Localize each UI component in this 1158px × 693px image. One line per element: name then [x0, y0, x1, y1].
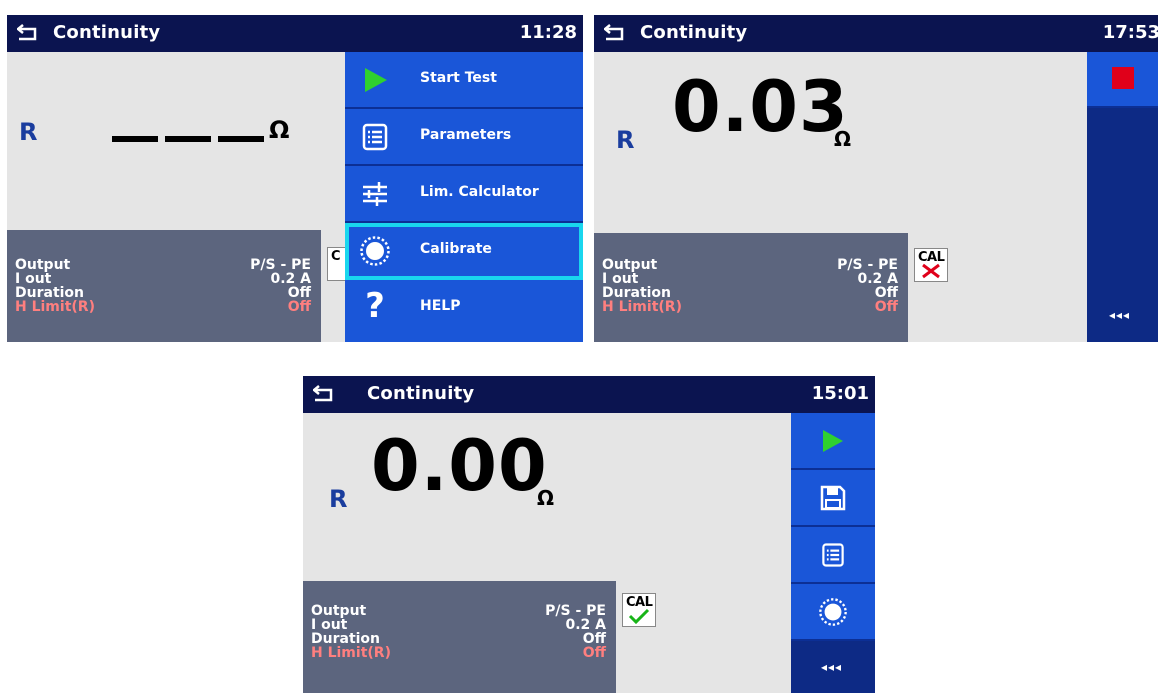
- title-bar: Continuity 17:53: [594, 15, 1158, 52]
- screen-continuity-measuring: Continuity 17:53 R 0.03 Ω Output P/S - PE…: [594, 15, 1158, 342]
- stop-icon: [1112, 67, 1134, 89]
- side-toolbar: ◂◂◂: [1087, 52, 1158, 342]
- param-row: Output P/S - PE: [602, 257, 898, 273]
- ohm-unit: Ω: [537, 486, 555, 510]
- cross-icon: [922, 263, 940, 279]
- back-icon[interactable]: [17, 23, 41, 43]
- param-row: I out 0.2 A: [311, 617, 606, 633]
- param-row: Duration Off: [311, 631, 606, 647]
- screen-continuity-menu: Continuity 11:28 R Ω Output P/S - PE I ou…: [7, 15, 583, 342]
- menu-item-label: Calibrate: [420, 241, 492, 257]
- sliders-icon: [363, 182, 387, 206]
- save-button[interactable]: [791, 470, 875, 527]
- parameters-panel: Output P/S - PE I out 0.2 A Duration Off H …: [303, 581, 616, 693]
- menu-item-label: HELP: [420, 298, 461, 314]
- more-arrows-icon: ◂◂◂: [1109, 308, 1131, 322]
- r-label: R: [19, 118, 38, 146]
- param-row-limit: H Limit(R) Off: [602, 299, 898, 315]
- cal-not-calibrated-icon: CAL: [914, 248, 948, 282]
- param-row: I out 0.2 A: [602, 271, 898, 287]
- back-icon[interactable]: [313, 384, 337, 404]
- menu-item-label: Lim. Calculator: [420, 184, 539, 200]
- resistance-value: 0.00: [371, 425, 548, 507]
- calibrate-button[interactable]: [791, 584, 875, 641]
- more-arrows-icon: ◂◂◂: [821, 660, 843, 674]
- cal-icon-partial: C: [327, 247, 347, 281]
- param-row: Duration Off: [15, 285, 311, 301]
- help-icon: ?: [365, 286, 385, 326]
- play-icon: [365, 68, 387, 92]
- check-icon: [628, 608, 650, 625]
- start-test-button[interactable]: [791, 413, 875, 470]
- menu-item-lim-calculator[interactable]: Lim. Calculator: [345, 166, 583, 223]
- screen-continuity-result: Continuity 15:01 R 0.00 Ω Output P/S - PE…: [303, 376, 875, 693]
- back-icon[interactable]: [604, 23, 628, 43]
- clock: 15:01: [811, 383, 869, 404]
- result-area: R 0.03 Ω Output P/S - PE I out 0.2 A Durat…: [594, 52, 1158, 342]
- page-title: Continuity: [53, 22, 161, 43]
- title-bar: Continuity 11:28: [7, 15, 583, 52]
- calibrate-icon: [360, 236, 390, 266]
- page-title: Continuity: [367, 383, 475, 404]
- side-blank: [1087, 108, 1158, 286]
- param-row: Output P/S - PE: [311, 603, 606, 619]
- result-area: R 0.00 Ω Output P/S - PE I out 0.2 A Durat…: [303, 413, 875, 693]
- menu-item-start-test[interactable]: Start Test: [345, 52, 583, 109]
- clock: 11:28: [519, 22, 577, 43]
- result-area: R Ω Output P/S - PE I out 0.2 A Duration Of…: [7, 52, 583, 342]
- page-title: Continuity: [640, 22, 748, 43]
- stop-button[interactable]: [1087, 52, 1158, 108]
- list-icon: [362, 123, 388, 151]
- param-row-limit: H Limit(R) Off: [15, 299, 311, 315]
- empty-result-dashes: [112, 136, 267, 142]
- menu-item-calibrate[interactable]: Calibrate: [345, 223, 583, 280]
- param-row: I out 0.2 A: [15, 271, 311, 287]
- parameters-button[interactable]: [791, 527, 875, 584]
- parameters-panel: Output P/S - PE I out 0.2 A Duration Off H …: [7, 230, 321, 342]
- save-icon: [820, 485, 846, 511]
- ohm-unit: Ω: [834, 127, 852, 151]
- clock: 17:53: [1102, 22, 1158, 43]
- menu-item-parameters[interactable]: Parameters: [345, 109, 583, 166]
- r-label: R: [329, 485, 348, 513]
- resistance-value: 0.03: [672, 66, 849, 148]
- title-bar: Continuity 15:01: [303, 376, 875, 413]
- list-icon: [822, 543, 844, 567]
- cal-calibrated-icon: CAL: [622, 593, 656, 627]
- calibrate-icon: [819, 598, 847, 626]
- more-options-button[interactable]: ◂◂◂: [1087, 286, 1158, 342]
- param-row: Output P/S - PE: [15, 257, 311, 273]
- parameters-panel: Output P/S - PE I out 0.2 A Duration Off H …: [594, 233, 908, 342]
- menu-item-help[interactable]: ? HELP: [345, 280, 583, 337]
- options-menu: Start Test Parameters Lim. Calculator Ca…: [345, 52, 583, 342]
- menu-item-label: Start Test: [420, 70, 497, 86]
- param-row-limit: H Limit(R) Off: [311, 645, 606, 661]
- side-toolbar: ◂◂◂: [791, 413, 875, 693]
- play-icon: [823, 430, 843, 452]
- more-options-button[interactable]: ◂◂◂: [791, 641, 875, 693]
- param-row: Duration Off: [602, 285, 898, 301]
- menu-item-label: Parameters: [420, 127, 512, 143]
- ohm-unit: Ω: [269, 116, 290, 144]
- r-label: R: [616, 126, 635, 154]
